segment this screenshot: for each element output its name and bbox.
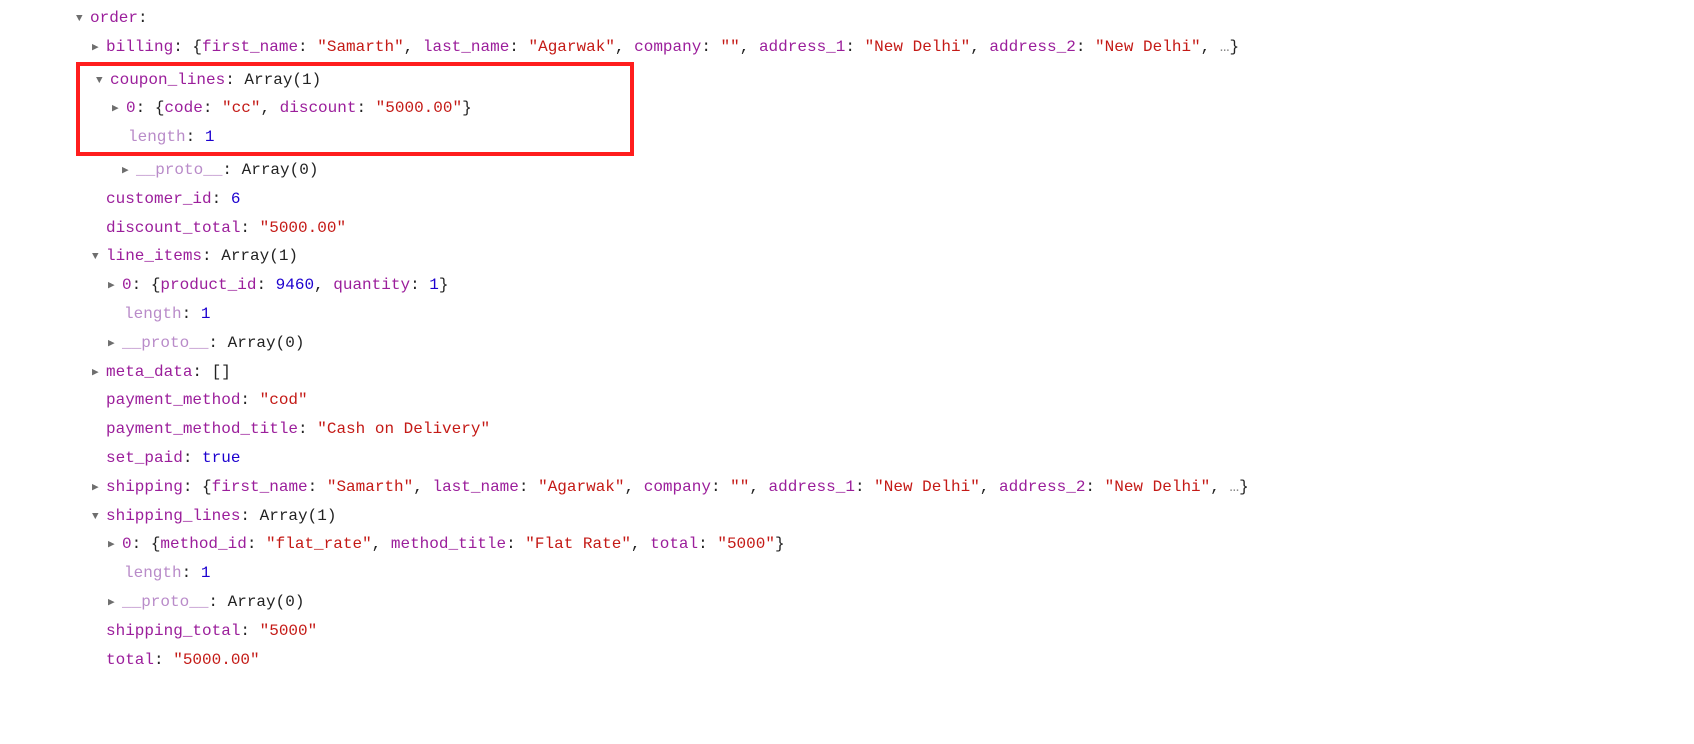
tree-row-shipping[interactable]: ▶shipping: {first_name: "Samarth", last_…	[0, 473, 1694, 502]
prop-key: payment_method_title	[106, 420, 298, 438]
prop-key: __proto__	[136, 161, 222, 179]
prop-key: payment_method	[106, 391, 240, 409]
highlight-annotation: ▼coupon_lines: Array(1) ▶0: {code: "cc",…	[76, 62, 634, 156]
prop-key: coupon_lines	[110, 71, 225, 89]
tree-row-shipping-total[interactable]: shipping_total: "5000"	[0, 617, 1694, 646]
disclosure-right-icon[interactable]: ▶	[112, 100, 124, 120]
prop-key: line_items	[106, 247, 202, 265]
tree-row-billing[interactable]: ▶billing: {first_name: "Samarth", last_n…	[0, 33, 1694, 62]
prop-key: __proto__	[122, 334, 208, 352]
disclosure-down-icon[interactable]: ▼	[92, 508, 104, 528]
disclosure-down-icon[interactable]: ▼	[76, 10, 88, 30]
prop-key: 0	[122, 535, 132, 553]
prop-key: meta_data	[106, 363, 192, 381]
tree-row-line-items-0[interactable]: ▶0: {product_id: 9460, quantity: 1}	[0, 271, 1694, 300]
tree-row-coupon-lines[interactable]: ▼coupon_lines: Array(1)	[80, 66, 630, 95]
disclosure-right-icon[interactable]: ▶	[108, 277, 120, 297]
disclosure-down-icon[interactable]: ▼	[96, 72, 108, 92]
prop-key: order	[90, 9, 138, 27]
prop-key: set_paid	[106, 449, 183, 467]
prop-key: shipping	[106, 478, 183, 496]
tree-row-total[interactable]: total: "5000.00"	[0, 646, 1694, 675]
prop-key: length	[124, 564, 182, 582]
tree-row-line-items[interactable]: ▼line_items: Array(1)	[0, 242, 1694, 271]
disclosure-right-icon[interactable]: ▶	[108, 594, 120, 614]
prop-key: length	[128, 128, 186, 146]
prop-key: customer_id	[106, 190, 212, 208]
tree-row-discount-total[interactable]: discount_total: "5000.00"	[0, 214, 1694, 243]
disclosure-right-icon[interactable]: ▶	[122, 162, 134, 182]
tree-row-order[interactable]: ▼order:	[0, 4, 1694, 33]
disclosure-right-icon[interactable]: ▶	[108, 536, 120, 556]
prop-key: shipping_lines	[106, 507, 240, 525]
prop-key: length	[124, 305, 182, 323]
tree-row-shipping-lines[interactable]: ▼shipping_lines: Array(1)	[0, 502, 1694, 531]
tree-row-proto[interactable]: ▶__proto__: Array(0)	[0, 329, 1694, 358]
prop-key: total	[106, 651, 154, 669]
prop-key: __proto__	[122, 593, 208, 611]
disclosure-right-icon[interactable]: ▶	[92, 39, 104, 59]
disclosure-right-icon[interactable]: ▶	[92, 479, 104, 499]
tree-row-coupon-lines-length[interactable]: length: 1	[80, 123, 630, 152]
prop-key: billing	[106, 38, 173, 56]
tree-row-customer-id[interactable]: customer_id: 6	[0, 185, 1694, 214]
prop-key: 0	[126, 99, 136, 117]
tree-row-proto[interactable]: ▶__proto__: Array(0)	[0, 156, 1694, 185]
tree-row-payment-method-title[interactable]: payment_method_title: "Cash on Delivery"	[0, 415, 1694, 444]
tree-row-proto[interactable]: ▶__proto__: Array(0)	[0, 588, 1694, 617]
tree-row-set-paid[interactable]: set_paid: true	[0, 444, 1694, 473]
tree-row-shipping-lines-0[interactable]: ▶0: {method_id: "flat_rate", method_titl…	[0, 530, 1694, 559]
prop-key: shipping_total	[106, 622, 240, 640]
tree-row-payment-method[interactable]: payment_method: "cod"	[0, 386, 1694, 415]
disclosure-right-icon[interactable]: ▶	[108, 335, 120, 355]
tree-row-shipping-lines-length[interactable]: length: 1	[0, 559, 1694, 588]
disclosure-right-icon[interactable]: ▶	[92, 364, 104, 384]
tree-row-meta-data[interactable]: ▶meta_data: []	[0, 358, 1694, 387]
disclosure-down-icon[interactable]: ▼	[92, 248, 104, 268]
tree-row-coupon-lines-0[interactable]: ▶0: {code: "cc", discount: "5000.00"}	[80, 94, 630, 123]
prop-key: 0	[122, 276, 132, 294]
prop-key: discount_total	[106, 219, 240, 237]
tree-row-line-items-length[interactable]: length: 1	[0, 300, 1694, 329]
